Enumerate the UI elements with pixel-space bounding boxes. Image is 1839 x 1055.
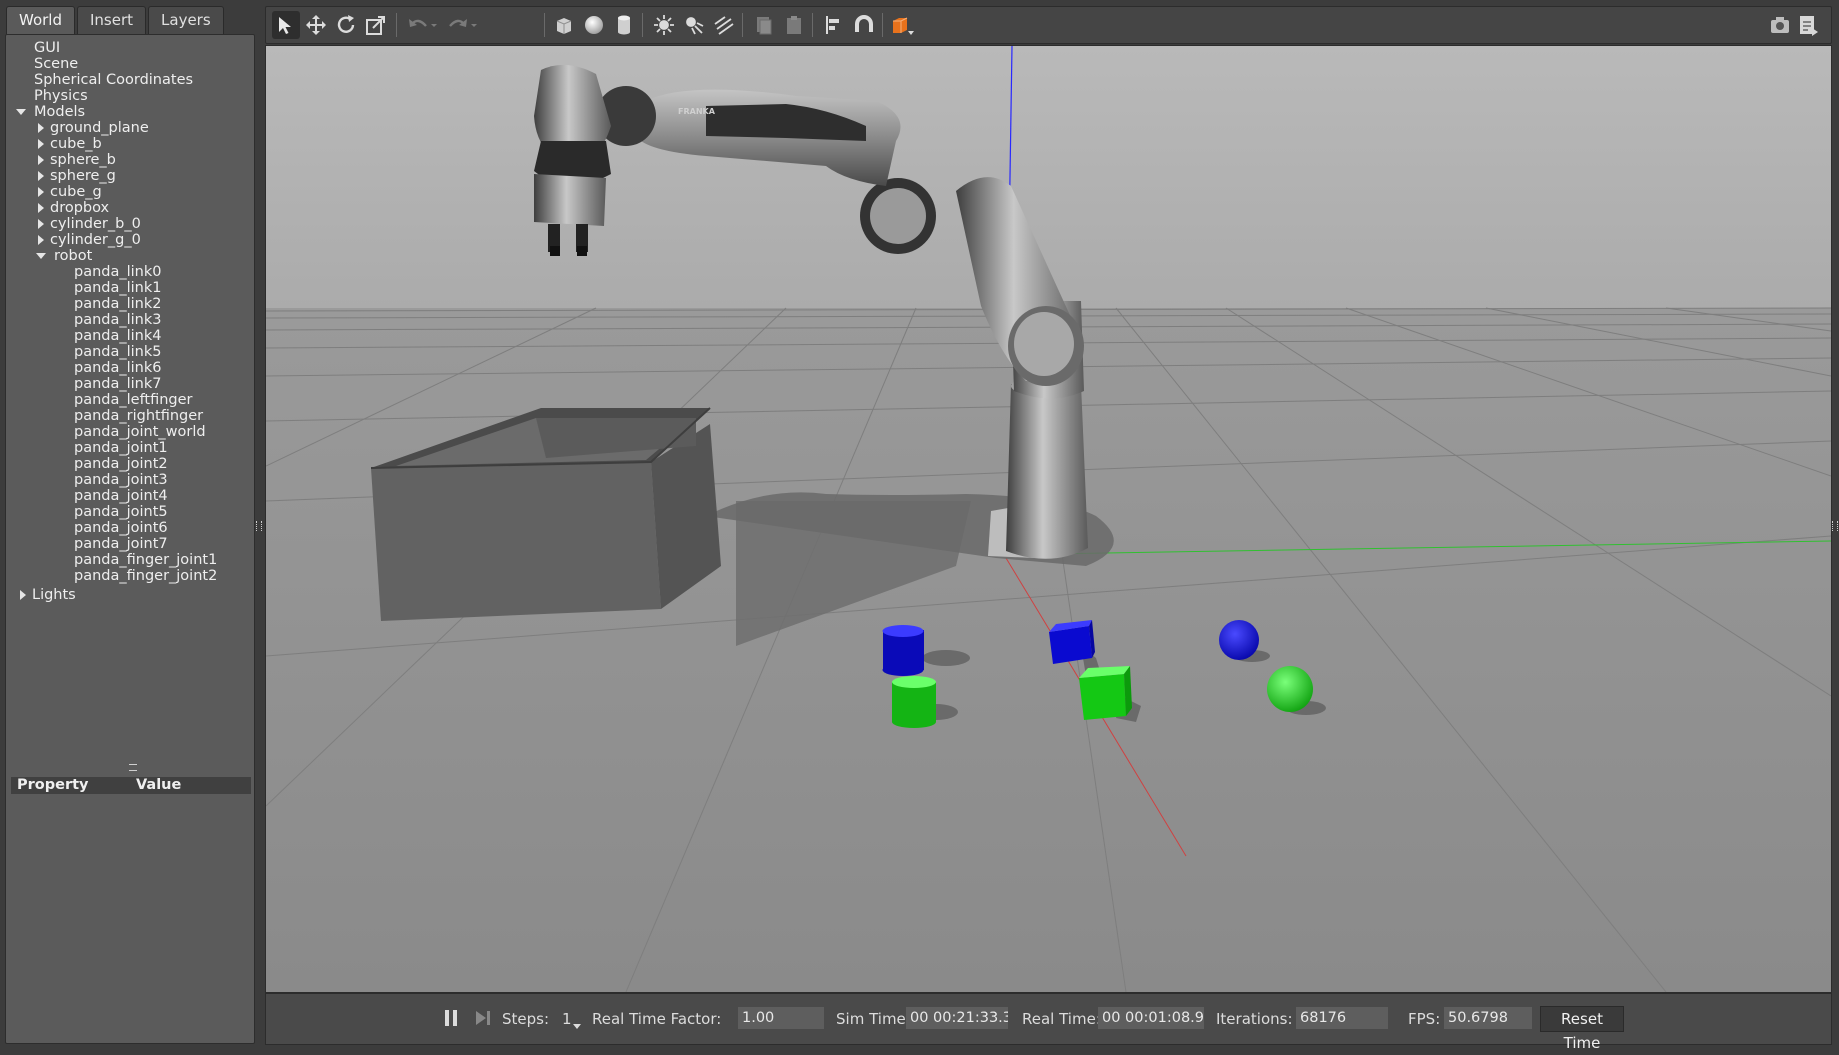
- collapsed-arrow-icon[interactable]: [38, 123, 44, 133]
- expanded-arrow-icon[interactable]: [36, 253, 46, 259]
- iterations-label: Iterations:: [1216, 1010, 1293, 1028]
- iterations-field: 68176: [1296, 1007, 1388, 1029]
- undo-dropdown-icon[interactable]: [426, 11, 442, 39]
- collapsed-arrow-icon[interactable]: [38, 235, 44, 245]
- model-label: cube_b: [50, 136, 102, 152]
- value-column-header: Value: [136, 777, 182, 793]
- collapsed-arrow-icon[interactable]: [38, 155, 44, 165]
- toolbar-separator: [882, 13, 883, 37]
- toolbar-separator: [642, 13, 643, 37]
- expanded-arrow-icon[interactable]: [16, 109, 26, 115]
- model-label: ground_plane: [50, 120, 149, 136]
- scale-icon[interactable]: [362, 11, 390, 39]
- fps-field: 50.6798: [1444, 1007, 1532, 1029]
- step-forward-icon[interactable]: [474, 1009, 492, 1027]
- select-arrow-icon[interactable]: [272, 11, 300, 39]
- tab-insert[interactable]: Insert: [77, 6, 147, 34]
- model-label: sphere_b: [50, 152, 116, 168]
- panel-splitter-handle[interactable]: [129, 764, 137, 771]
- pause-icon[interactable]: [442, 1009, 460, 1027]
- reset-time-button[interactable]: Reset Time: [1540, 1006, 1624, 1052]
- rotate-icon[interactable]: [332, 11, 360, 39]
- steps-label: Steps:: [502, 1010, 550, 1028]
- log-icon[interactable]: [1794, 11, 1822, 39]
- simulation-status-bar: Steps: 1 Real Time Factor: 1.00 Sim Time…: [265, 993, 1832, 1052]
- steps-value[interactable]: 1: [562, 1010, 572, 1028]
- toolbar-separator: [742, 13, 743, 37]
- robot-child-item[interactable]: panda_finger_joint2: [74, 567, 217, 586]
- property-column-header: Property: [17, 777, 89, 793]
- collapsed-arrow-icon[interactable]: [38, 203, 44, 213]
- scene-render: FRANKA: [266, 46, 1831, 992]
- point-light-icon[interactable]: [650, 11, 678, 39]
- property-table-header: Property Value: [11, 777, 251, 794]
- toolbar-separator: [544, 13, 545, 37]
- sphere-icon[interactable]: [580, 11, 608, 39]
- real-time-factor-field: 1.00: [738, 1007, 824, 1029]
- model-label: sphere_g: [50, 168, 116, 184]
- tab-layers[interactable]: Layers: [148, 6, 224, 34]
- toolbar-separator: [812, 13, 813, 37]
- collapsed-arrow-icon[interactable]: [20, 590, 26, 600]
- sim-time-label: Sim Time:: [836, 1010, 911, 1028]
- real-time-field: 00 00:01:08.950: [1098, 1007, 1204, 1029]
- steps-dropdown-icon[interactable]: [572, 1016, 582, 1029]
- screenshot-icon[interactable]: [1766, 11, 1794, 39]
- model-label: cylinder_b_0: [50, 216, 141, 232]
- model-label: dropbox: [50, 200, 110, 216]
- snap-magnet-icon[interactable]: [850, 11, 878, 39]
- world-tree-panel: GUI Scene Spherical Coordinates Physics …: [5, 34, 255, 1044]
- tree-item-lights[interactable]: Lights: [20, 586, 76, 605]
- collapsed-arrow-icon[interactable]: [38, 187, 44, 197]
- sim-time-field: 00 00:21:33.325: [906, 1007, 1008, 1029]
- model-label: cube_g: [50, 184, 102, 200]
- main-toolbar: [265, 6, 1832, 44]
- left-panel: World Insert Layers GUI Scene Spherical …: [0, 0, 262, 1047]
- left-tabs: World Insert Layers: [6, 6, 224, 34]
- directional-light-icon[interactable]: [710, 11, 738, 39]
- toolbar-separator: [396, 13, 397, 37]
- box-icon[interactable]: [550, 11, 578, 39]
- redo-dropdown-icon[interactable]: [466, 11, 482, 39]
- real-time-factor-label: Real Time Factor:: [592, 1010, 722, 1028]
- tab-world[interactable]: World: [6, 6, 75, 34]
- tree-item-label: robot: [54, 248, 93, 264]
- collapsed-arrow-icon[interactable]: [38, 219, 44, 229]
- scene-viewport[interactable]: FRANKA: [265, 45, 1832, 993]
- tree-item-label: Lights: [32, 587, 76, 603]
- view-angle-icon[interactable]: [888, 11, 916, 39]
- left-panel-collapse-handle[interactable]: [256, 521, 262, 531]
- franka-logo-text: FRANKA: [678, 107, 716, 116]
- collapsed-arrow-icon[interactable]: [38, 139, 44, 149]
- paste-icon[interactable]: [780, 11, 808, 39]
- model-label: cylinder_g_0: [50, 232, 141, 248]
- tree-item-label: Models: [34, 104, 86, 120]
- collapsed-arrow-icon[interactable]: [38, 171, 44, 181]
- fps-label: FPS:: [1408, 1010, 1441, 1028]
- align-icon[interactable]: [820, 11, 848, 39]
- translate-icon[interactable]: [302, 11, 330, 39]
- copy-icon[interactable]: [750, 11, 778, 39]
- real-time-label: Real Time:: [1022, 1010, 1101, 1028]
- right-panel-collapse-handle[interactable]: [1832, 521, 1838, 531]
- spot-light-icon[interactable]: [680, 11, 708, 39]
- cylinder-icon[interactable]: [610, 11, 638, 39]
